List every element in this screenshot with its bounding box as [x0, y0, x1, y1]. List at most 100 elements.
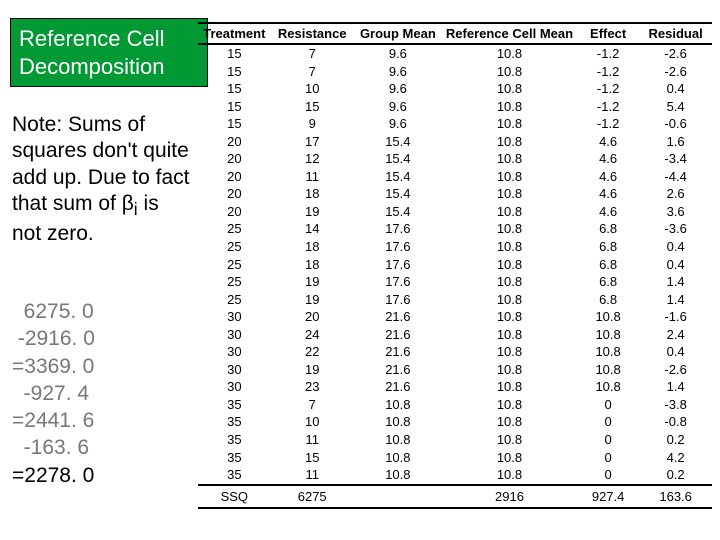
table-cell: 15	[198, 115, 271, 133]
table-cell: -2.6	[639, 44, 712, 63]
table-cell: 0	[577, 466, 639, 485]
table-cell: 10.8	[442, 98, 577, 116]
table-cell: 18	[271, 256, 354, 274]
table-cell: 11	[271, 466, 354, 485]
footer-ss-residual: 163.6	[639, 485, 712, 509]
table-cell: 0.4	[639, 238, 712, 256]
table-cell: 10.8	[442, 326, 577, 344]
table-cell: 10.8	[354, 413, 442, 431]
calc-line-3: =3369. 0	[12, 355, 94, 378]
table-cell: -3.8	[639, 396, 712, 414]
table-row: 251817.610.86.80.4	[198, 256, 712, 274]
footer-ssq-label: SSQ	[198, 485, 271, 509]
table-cell: -1.2	[577, 44, 639, 63]
table-cell: 30	[198, 308, 271, 326]
table-cell: 20	[271, 308, 354, 326]
header-group-mean: Group Mean	[354, 23, 442, 44]
table-row: 351510.810.804.2	[198, 449, 712, 467]
table-cell: 4.6	[577, 133, 639, 151]
table-cell: 21.6	[354, 378, 442, 396]
table-cell: 11	[271, 431, 354, 449]
table-cell: 17.6	[354, 220, 442, 238]
table-header-row: Treatment Resistance Group Mean Referenc…	[198, 23, 712, 44]
table-cell: 10.8	[442, 203, 577, 221]
table-cell: 4.6	[577, 185, 639, 203]
table-cell: 19	[271, 361, 354, 379]
table-cell: 19	[271, 203, 354, 221]
table-row: 201715.410.84.61.6	[198, 133, 712, 151]
table-cell: 10.8	[442, 291, 577, 309]
table-cell: 15	[198, 80, 271, 98]
table-cell: 6.8	[577, 273, 639, 291]
table-cell: 21.6	[354, 361, 442, 379]
slide-title: Reference Cell Decomposition	[10, 18, 208, 87]
table-cell: -2.6	[639, 361, 712, 379]
table-cell: 17.6	[354, 291, 442, 309]
table-cell: 10.8	[442, 44, 577, 63]
table-row: 201915.410.84.63.6	[198, 203, 712, 221]
table-cell: 21.6	[354, 326, 442, 344]
table-cell: 10.8	[442, 449, 577, 467]
table-cell: 10.8	[577, 326, 639, 344]
table-cell: 6.8	[577, 256, 639, 274]
calc-line-2: -2916. 0	[12, 327, 95, 350]
table-cell: 14	[271, 220, 354, 238]
table-cell: 17.6	[354, 273, 442, 291]
table-cell: 20	[198, 168, 271, 186]
table-cell: 24	[271, 326, 354, 344]
table-cell: 10.8	[442, 378, 577, 396]
table-cell: 10.8	[442, 80, 577, 98]
table-row: 15159.610.8-1.25.4	[198, 98, 712, 116]
table-cell: 10.8	[354, 431, 442, 449]
table-cell: 0	[577, 449, 639, 467]
table-cell: 0.2	[639, 431, 712, 449]
table-cell: 22	[271, 343, 354, 361]
table-cell: -0.8	[639, 413, 712, 431]
table-cell: 12	[271, 150, 354, 168]
calc-line-1: 6275. 0	[12, 300, 94, 323]
table-cell: 7	[271, 396, 354, 414]
table-cell: 0	[577, 431, 639, 449]
table-cell: 30	[198, 361, 271, 379]
table-cell: 25	[198, 256, 271, 274]
table-cell: 4.2	[639, 449, 712, 467]
table-cell: -1.6	[639, 308, 712, 326]
table-cell: 35	[198, 396, 271, 414]
table-cell: 6.8	[577, 238, 639, 256]
table-cell: 25	[198, 220, 271, 238]
table-cell: 0.4	[639, 80, 712, 98]
table-cell: 15.4	[354, 203, 442, 221]
table-row: 35710.810.80-3.8	[198, 396, 712, 414]
table-cell: -3.4	[639, 150, 712, 168]
table-cell: 10.8	[442, 133, 577, 151]
table-row: 251417.610.86.8-3.6	[198, 220, 712, 238]
table-row: 251817.610.86.80.4	[198, 238, 712, 256]
table-cell: 9.6	[354, 115, 442, 133]
table-cell: 11	[271, 168, 354, 186]
table-cell: 35	[198, 449, 271, 467]
footer-empty-1	[354, 485, 442, 509]
table-cell: 9	[271, 115, 354, 133]
table-cell: 9.6	[354, 44, 442, 63]
table-row: 302421.610.810.82.4	[198, 326, 712, 344]
table-cell: 10.8	[354, 396, 442, 414]
table-cell: 15	[198, 98, 271, 116]
table-cell: 9.6	[354, 98, 442, 116]
table-cell: 18	[271, 238, 354, 256]
table-cell: 7	[271, 44, 354, 63]
header-treatment: Treatment	[198, 23, 271, 44]
table-cell: 20	[198, 203, 271, 221]
table-cell: 10.8	[442, 273, 577, 291]
table-cell: 25	[198, 273, 271, 291]
table-cell: 10	[271, 413, 354, 431]
title-line-2: Decomposition	[19, 54, 165, 79]
table-cell: 9.6	[354, 63, 442, 81]
table-cell: 25	[198, 291, 271, 309]
table-cell: 17	[271, 133, 354, 151]
table-cell: -0.6	[639, 115, 712, 133]
table-cell: 2.6	[639, 185, 712, 203]
header-effect: Effect	[577, 23, 639, 44]
table-row: 251917.610.86.81.4	[198, 291, 712, 309]
table-cell: 10.8	[577, 343, 639, 361]
table-cell: 0	[577, 413, 639, 431]
